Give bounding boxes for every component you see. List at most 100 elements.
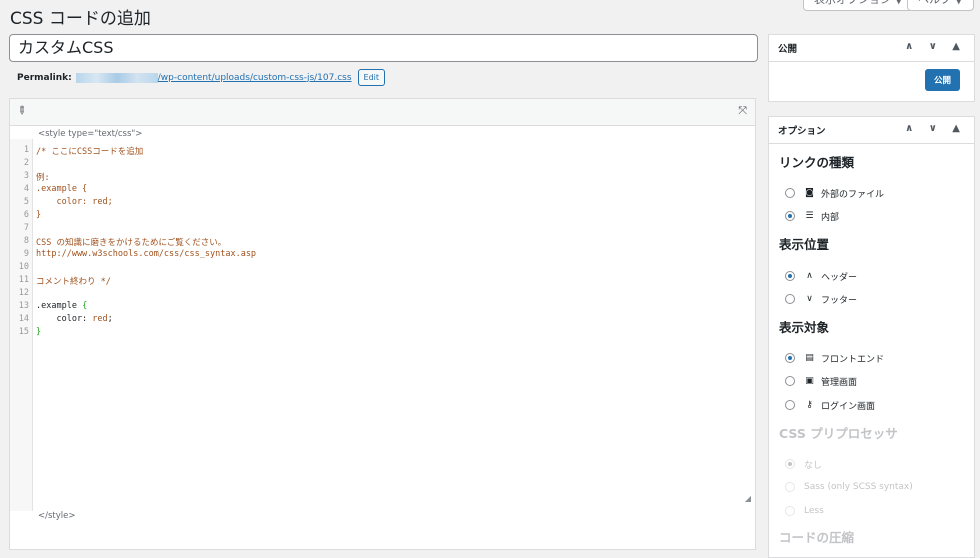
radio-label: ヘッダー [821,272,858,283]
radio-option[interactable]: Sass (only SCSS syntax) [785,480,913,494]
radio-option[interactable]: Less [785,504,824,518]
radio-checked[interactable] [785,459,795,469]
radio-option[interactable]: ⚷ ログイン画面 [785,398,875,412]
radio-checked[interactable] [785,271,795,281]
code-token: .example [36,301,83,311]
publish-box-arrows-icon[interactable]: ∧ ∨ ▲ [905,41,966,52]
line-number: 12 [18,288,29,298]
radio-checked[interactable] [785,211,795,221]
code-token: 例: [36,173,50,183]
line-number: 8 [23,236,29,246]
resize-handle-icon[interactable]: ◢ [745,494,751,503]
publish-button[interactable]: 公開 [924,69,960,91]
permalink-redacted-domain [75,72,158,83]
radio-checked[interactable] [785,353,795,363]
help-button[interactable]: ヘルプ ▼ [907,0,974,11]
radio-option[interactable]: ▤ フロントエンド [785,351,884,365]
line-number: 14 [18,314,29,324]
radio-unchecked[interactable] [785,400,795,410]
radio-unchecked[interactable] [785,506,795,516]
radio-option[interactable]: ◙ 外部のファイル [785,186,884,200]
radio-label: 内部 [821,212,840,223]
radio-option[interactable]: ∧ ヘッダー [785,269,857,283]
options-box: オプション ∧ ∨ ▲ リンクの種類 ◙ 外部のファイル ☰ 内部 表示位置 ∧ ヘッダ… [768,116,975,558]
publish-box-header[interactable]: 公開 ∧ ∨ ▲ [769,35,974,62]
radio-unchecked[interactable] [785,482,795,492]
code-token: red [92,314,108,324]
preprocessor-title: CSS プリプロセッサ [779,426,898,441]
option-icon: ▤ [805,353,814,363]
permalink-edit-button[interactable]: Edit [357,69,386,86]
radio-label: フッター [821,295,858,306]
option-icon: ⚷ [806,400,813,410]
radio-label: フロントエンド [821,354,885,365]
radio-label: ログイン画面 [821,401,876,412]
permalink-label: Permalink: [17,72,72,83]
radio-unchecked[interactable] [785,188,795,198]
code-token: CSS の知識に磨きをかけるためにご覧ください。 [36,238,227,248]
line-gutter [10,139,33,511]
radio-option[interactable]: ▣ 管理画面 [785,374,857,388]
fullscreen-icon[interactable]: ⤧ [738,104,747,118]
line-number: 7 [23,223,29,233]
code-token: color: [36,314,93,324]
post-title-input[interactable]: カスタムCSS [9,34,758,62]
code-token: } [36,327,42,337]
code-text: .example { [36,301,87,311]
radio-label: Sass (only SCSS syntax) [804,482,913,492]
line-number: 2 [23,158,29,168]
radio-unchecked[interactable] [785,376,795,386]
code-text: color: red; [36,197,113,207]
code-text: .example { [36,184,87,194]
options-box-title: オプション [778,126,826,137]
screen-options-button[interactable]: 表示オプション ▼ [803,0,914,11]
code-text: } [36,327,41,337]
code-token: http://www.w3schools.com/css/css_syntax.… [36,249,257,259]
pin-icon[interactable]: ✎ [14,103,30,119]
code-text: 例: [36,171,50,183]
option-icon: ☰ [805,211,814,221]
code-editor: ✎ ⤧ <style type="text/css"> 1 /* ここにCSSコー… [9,98,756,550]
permalink-link[interactable]: /wp-content/uploads/custom-css-js/107.cs… [158,73,352,83]
code-token: コメント終わり */ [36,277,111,287]
link-type-title: リンクの種類 [779,155,855,170]
radio-option[interactable]: ☰ 内部 [785,209,839,223]
options-box-arrows-icon[interactable]: ∧ ∨ ▲ [905,123,966,134]
options-box-header[interactable]: オプション ∧ ∨ ▲ [769,117,974,144]
option-icon: ▣ [805,376,814,386]
radio-option[interactable]: なし [785,457,822,471]
radio-label: なし [804,460,823,471]
radio-label: 外部のファイル [821,189,885,200]
code-text: color: red; [36,314,113,324]
code-area[interactable]: 1/* ここにCSSコードを追加 2 3 例: 4 .example {5 color: … [19,145,755,545]
code-token: { [82,301,88,311]
line-number: 4 [23,184,29,194]
style-open-tag: <style type="text/css"> [38,129,143,139]
code-text: CSS の知識に磨きをかけるためにご覧ください。 [36,236,226,248]
code-token: .example { [36,184,88,194]
option-icon: ∨ [806,294,813,304]
line-number: 9 [23,249,29,259]
line-number: 11 [18,275,29,285]
target-title: 表示対象 [779,320,830,335]
position-title: 表示位置 [779,237,830,252]
code-token: color: red; [36,197,113,207]
code-token: /* ここにCSSコードを追加 [36,147,144,157]
page-title: CSS コードの追加 [10,9,151,29]
option-icon: ◙ [805,188,814,198]
line-number: 10 [18,262,29,272]
code-text: /* ここにCSSコードを追加 [36,145,143,157]
minify-title: コードの圧縮 [779,530,855,545]
radio-unchecked[interactable] [785,294,795,304]
code-token: ; [107,314,113,324]
line-number: 3 [23,171,29,181]
style-close-tag: </style> [38,511,76,521]
publish-box-title: 公開 [778,44,798,55]
code-token: } [36,210,42,220]
code-text: http://www.w3schools.com/css/css_syntax.… [36,249,256,259]
line-number: 1 [23,145,29,155]
line-number: 13 [18,301,29,311]
line-number: 15 [18,327,29,337]
radio-label: Less [804,506,824,516]
radio-option[interactable]: ∨ フッター [785,292,857,306]
